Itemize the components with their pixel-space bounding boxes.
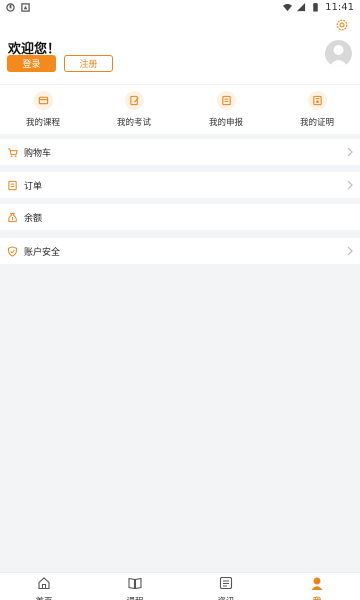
certificate-icon xyxy=(307,91,327,110)
quick-link-label: 我的证明 xyxy=(299,118,334,128)
menu-item-label: 购物车 xyxy=(24,148,52,159)
exam-icon xyxy=(124,91,144,110)
quick-link-my-certificates[interactable]: 我的证明 xyxy=(282,91,352,128)
quick-link-label: 我的考试 xyxy=(116,118,151,128)
status-time: 11:41 xyxy=(325,1,354,13)
tab-label: 课程 xyxy=(105,595,165,600)
menu-item-label: 账户安全 xyxy=(24,247,61,258)
settings-gear-icon[interactable] xyxy=(335,18,349,32)
cart-icon xyxy=(7,148,18,157)
tab-label: 我 xyxy=(287,595,347,600)
tab-me[interactable]: 我 xyxy=(287,575,347,600)
home-icon xyxy=(38,577,50,590)
wifi-icon xyxy=(283,3,293,11)
menu-item-account-security[interactable]: 账户安全 xyxy=(0,238,360,264)
menu-item-label: 余额 xyxy=(24,213,43,224)
login-button[interactable]: 登录 xyxy=(7,55,56,72)
chevron-right-icon xyxy=(347,246,353,256)
tab-label: 资讯 xyxy=(196,595,256,600)
menu-item-cart[interactable]: 购物车 xyxy=(0,139,360,165)
chevron-right-icon xyxy=(347,147,353,157)
menu-item-balance[interactable]: 余额 xyxy=(0,204,360,230)
shield-icon xyxy=(7,246,18,257)
quick-link-my-declarations[interactable]: 我的申报 xyxy=(191,91,261,128)
book-icon xyxy=(128,577,142,590)
menu-item-label: 订单 xyxy=(24,181,43,192)
quick-links-panel: 我的课程 我的考试 我的申报 我的证明 xyxy=(0,84,360,134)
quick-link-label: 我的课程 xyxy=(25,118,60,128)
tab-news[interactable]: 资讯 xyxy=(196,575,256,600)
notification-icon xyxy=(6,2,15,12)
user-icon xyxy=(311,577,323,590)
status-left xyxy=(6,2,30,12)
news-icon xyxy=(219,576,233,590)
battery-icon xyxy=(313,2,318,12)
order-icon xyxy=(8,180,17,191)
menu-item-orders[interactable]: 订单 xyxy=(0,172,360,198)
tab-courses[interactable]: 课程 xyxy=(105,575,165,600)
quick-link-my-courses[interactable]: 我的课程 xyxy=(8,91,78,128)
default-avatar-icon xyxy=(329,45,348,67)
status-right: 11:41 xyxy=(283,2,354,13)
quick-link-my-exams[interactable]: 我的考试 xyxy=(99,91,169,128)
status-bar: 11:41 xyxy=(0,0,360,14)
alert-icon xyxy=(21,2,30,12)
signal-icon xyxy=(297,2,306,11)
tab-home[interactable]: 首页 xyxy=(14,575,74,600)
bottom-tab-bar: 首页 课程 资讯 我 xyxy=(0,572,360,600)
avatar[interactable] xyxy=(325,40,352,67)
quick-link-label: 我的申报 xyxy=(208,118,243,128)
course-icon xyxy=(33,91,53,110)
balance-icon xyxy=(8,212,17,223)
declaration-icon xyxy=(216,91,236,110)
profile-header: 欢迎您！ 登录 注册 xyxy=(0,14,360,84)
tab-label: 首页 xyxy=(14,595,74,600)
register-button[interactable]: 注册 xyxy=(64,55,113,72)
chevron-right-icon xyxy=(347,180,353,190)
